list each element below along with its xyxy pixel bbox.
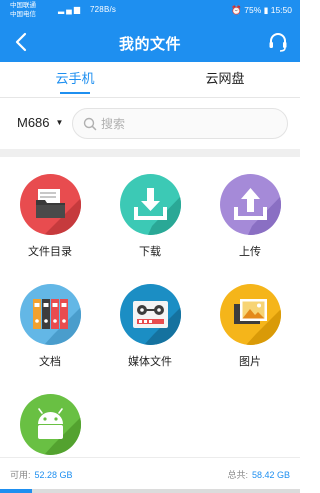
customer-service-button[interactable] [266, 30, 290, 54]
caret-down-icon: ▼ [55, 118, 64, 127]
tab-cloud-drive[interactable]: 云网盘 [150, 62, 300, 98]
category-label: 上传 [239, 246, 261, 258]
folder-files-icon [20, 174, 81, 235]
category-upload[interactable]: 上传 [200, 157, 300, 267]
category-label: 文档 [39, 356, 61, 368]
binders-icon [20, 284, 81, 345]
category-grid: 文件目录 下载 上传 文档 媒体文件 图片 [0, 157, 300, 457]
device-search-row: M686 ▼ [0, 99, 300, 149]
alarm-icon: ⏰ [231, 5, 242, 15]
headset-icon [269, 33, 287, 52]
section-divider [0, 149, 300, 157]
network-speed: 728B/s [90, 5, 117, 14]
category-label: 媒体文件 [128, 356, 172, 368]
category-label: 文件目录 [28, 246, 72, 258]
status-bar: 中国联通 中国电信 ▂▄▆ 728B/s ⏰ 75% ▮ 15:50 [0, 0, 300, 22]
carrier-2: 中国电信 [10, 10, 36, 18]
app-header: 我的文件 [0, 22, 300, 62]
category-file-directory[interactable]: 文件目录 [0, 157, 100, 267]
tape-recorder-icon [120, 284, 181, 345]
page-title: 我的文件 [118, 36, 181, 53]
storage-progress-fill [0, 489, 32, 493]
status-right: ⏰ 75% ▮ 15:50 [231, 5, 292, 16]
device-dropdown[interactable]: M686 ▼ [17, 115, 63, 130]
category-label: 图片 [239, 356, 261, 368]
carrier-1: 中国联通 [10, 2, 36, 9]
storage-total: 总共: 58.42 GB [227, 468, 290, 481]
battery-icon: ▮ [263, 5, 269, 15]
available-value: 52.28 GB [34, 470, 73, 480]
tab-bar: 云手机 云网盘 [0, 62, 300, 98]
signal-wifi-icon: ▂▄▆ [58, 5, 82, 14]
category-documents[interactable]: 文档 [0, 267, 100, 377]
available-label: 可用: [10, 470, 31, 480]
active-tab-indicator [60, 92, 90, 94]
total-label: 总共: [227, 470, 248, 480]
category-media[interactable]: 媒体文件 [100, 267, 200, 377]
total-value: 58.42 GB [251, 470, 290, 480]
category-download[interactable]: 下载 [100, 157, 200, 267]
storage-available: 可用: 52.28 GB [10, 468, 73, 481]
clock: 15:50 [270, 5, 292, 15]
android-app-icon [20, 394, 81, 455]
battery-level: 75% [244, 5, 262, 15]
search-box[interactable] [72, 108, 288, 139]
search-icon [83, 117, 97, 131]
category-label: 下载 [139, 246, 161, 258]
carrier-info: 中国联通 中国电信 [10, 2, 36, 19]
storage-bar: 可用: 52.28 GB 总共: 58.42 GB [0, 457, 300, 493]
storage-progress-track [0, 489, 300, 493]
pictures-icon [220, 284, 281, 345]
download-icon [120, 174, 181, 235]
upload-icon [220, 174, 281, 235]
device-name: M686 [17, 115, 50, 130]
search-input[interactable] [101, 115, 277, 133]
category-pictures[interactable]: 图片 [200, 267, 300, 377]
